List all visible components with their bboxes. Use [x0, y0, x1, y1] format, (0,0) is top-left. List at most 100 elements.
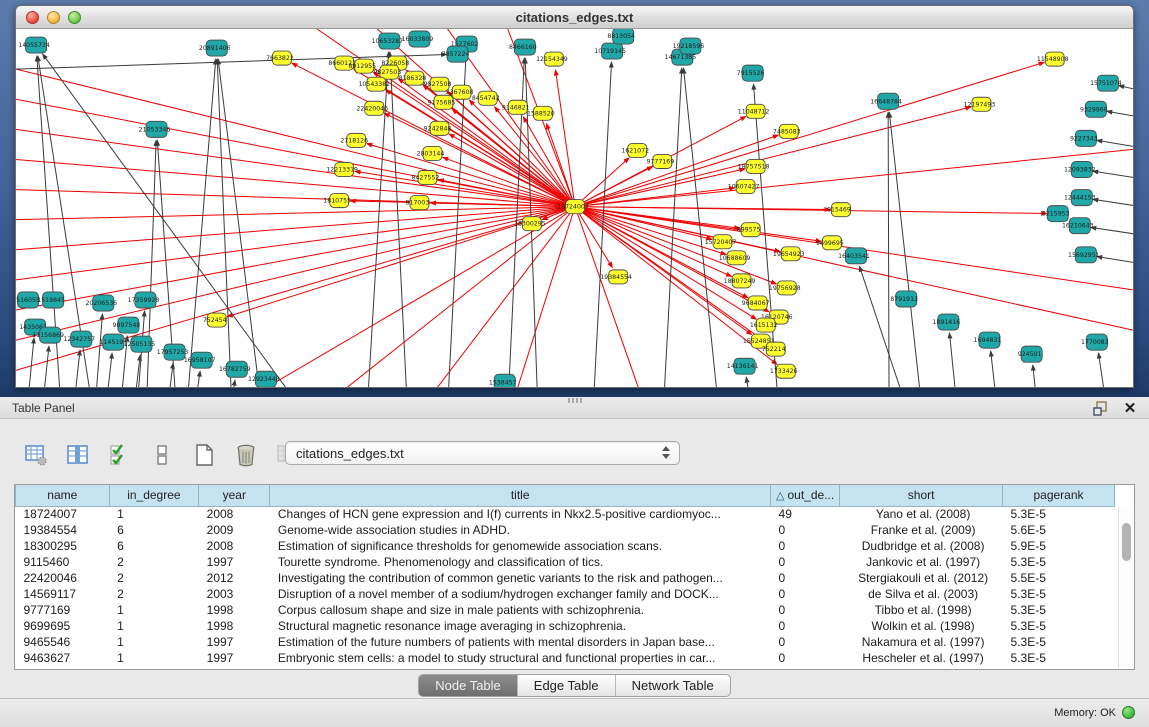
- graph-edge[interactable]: [1093, 199, 1133, 212]
- graph-node[interactable]: 16958107: [184, 352, 216, 368]
- new-table-icon[interactable]: [190, 441, 218, 469]
- delete-trash-icon[interactable]: [232, 441, 260, 469]
- table-cell[interactable]: 6: [109, 538, 199, 554]
- table-cell[interactable]: 0: [771, 538, 840, 554]
- table-cell[interactable]: 5.3E-5: [1003, 634, 1115, 650]
- graph-node[interactable]: 9175685: [428, 95, 456, 109]
- graph-edge[interactable]: [949, 333, 959, 387]
- graph-node[interactable]: 20891406: [199, 40, 231, 56]
- table-cell[interactable]: 2009: [199, 522, 270, 538]
- table-row[interactable]: 1938455462009Genome-wide association stu…: [16, 522, 1115, 538]
- column-header-pagerank[interactable]: pagerank: [1003, 485, 1115, 506]
- table-row[interactable]: 2242004622012Investigating the contribut…: [16, 570, 1115, 586]
- graph-edge[interactable]: [1098, 353, 1109, 387]
- graph-node[interactable]: 1810755: [323, 194, 351, 208]
- table-cell[interactable]: 5.3E-5: [1003, 554, 1115, 570]
- table-row[interactable]: 946554611997Estimation of the future num…: [16, 634, 1115, 650]
- graph-node[interactable]: 12093832: [1064, 161, 1096, 177]
- graph-node[interactable]: 15692951: [1068, 247, 1100, 263]
- graph-node[interactable]: 16403541: [838, 248, 870, 264]
- tab-edge-table[interactable]: Edge Table: [517, 675, 615, 696]
- network-canvas[interactable]: 1872400718300295193845547663822866012389…: [16, 29, 1133, 387]
- graph-node[interactable]: 10653287: [372, 33, 404, 49]
- table-cell[interactable]: 1: [109, 650, 199, 666]
- graph-edge[interactable]: [218, 59, 262, 387]
- table-cell[interactable]: Estimation of the future numbers of pati…: [270, 634, 771, 650]
- table-cell[interactable]: 5.3E-5: [1003, 650, 1115, 666]
- table-cell[interactable]: 5.3E-5: [1003, 506, 1115, 522]
- column-header-in_degree[interactable]: in_degree: [109, 485, 199, 506]
- graph-node[interactable]: 19384554: [600, 270, 632, 284]
- tab-network-table[interactable]: Network Table: [615, 675, 730, 696]
- graph-edge[interactable]: [187, 59, 216, 387]
- table-cell[interactable]: Yano et al. (2008): [840, 506, 1003, 522]
- table-cell[interactable]: 0: [771, 618, 840, 634]
- graph-edge[interactable]: [1091, 227, 1133, 240]
- table-cell[interactable]: 2: [109, 570, 199, 586]
- table-cell[interactable]: 1: [109, 634, 199, 650]
- graph-node[interactable]: 8454743: [472, 91, 500, 105]
- graph-node[interactable]: 12154349: [536, 52, 568, 66]
- graph-edge[interactable]: [1119, 86, 1133, 100]
- graph-node[interactable]: 924501: [1018, 346, 1042, 362]
- column-header-name[interactable]: name: [16, 485, 110, 506]
- graph-edge[interactable]: [192, 371, 200, 387]
- select-all-columns-icon[interactable]: [106, 441, 134, 469]
- graph-node[interactable]: 1615132: [750, 318, 778, 332]
- graph-edge[interactable]: [25, 338, 34, 387]
- graph-node[interactable]: 9097548: [113, 317, 141, 333]
- graph-edge[interactable]: [991, 351, 1000, 387]
- table-cell[interactable]: Investigating the contribution of common…: [270, 570, 771, 586]
- graph-edge[interactable]: [40, 346, 49, 387]
- graph-node[interactable]: 11048712: [738, 104, 770, 118]
- network-view-window[interactable]: citations_edges.txt 18724007183002951938…: [15, 5, 1134, 388]
- table-cell[interactable]: 2008: [199, 538, 270, 554]
- graph-node[interactable]: 12342757: [63, 331, 95, 347]
- graph-edge[interactable]: [165, 363, 174, 387]
- table-row[interactable]: 1830029562008Estimation of significance …: [16, 538, 1115, 554]
- window-titlebar[interactable]: citations_edges.txt: [16, 6, 1133, 29]
- graph-node[interactable]: 18757518: [738, 159, 770, 173]
- table-row[interactable]: 911546021997Tourette syndrome. Phenomeno…: [16, 554, 1115, 570]
- table-cell[interactable]: 1997: [199, 650, 270, 666]
- table-cell[interactable]: Tourette syndrome. Phenomenology and cla…: [270, 554, 771, 570]
- table-cell[interactable]: 9465546: [16, 634, 110, 650]
- graph-node[interactable]: 1588520: [527, 106, 555, 120]
- graph-edge[interactable]: [575, 207, 1047, 214]
- graph-node[interactable]: 12505135: [124, 336, 156, 352]
- graph-node[interactable]: 8791913: [890, 291, 918, 307]
- graph-node[interactable]: 1891416: [932, 314, 960, 330]
- graph-edge[interactable]: [575, 207, 612, 268]
- graph-edge[interactable]: [575, 207, 776, 284]
- table-cell[interactable]: 22420046: [16, 570, 110, 586]
- graph-node[interactable]: 10719145: [594, 43, 626, 59]
- table-cell[interactable]: Nakamura et al. (1997): [840, 634, 1003, 650]
- table-cell[interactable]: 2: [109, 554, 199, 570]
- graph-edge[interactable]: [71, 350, 80, 387]
- graph-edge[interactable]: [1097, 257, 1133, 270]
- graph-node[interactable]: 817003: [406, 196, 430, 210]
- tab-node-table[interactable]: Node Table: [419, 675, 517, 696]
- table-cell[interactable]: 1: [109, 618, 199, 634]
- table-cell[interactable]: Dudbridge et al. (2008): [840, 538, 1003, 554]
- citation-graph[interactable]: 1872400718300295193845547663822866012389…: [16, 29, 1133, 387]
- graph-node[interactable]: 8186328: [399, 71, 427, 85]
- table-cell[interactable]: 5.3E-5: [1003, 586, 1115, 602]
- table-row[interactable]: 1456911722003Disruption of a novel membe…: [16, 586, 1115, 602]
- table-cell[interactable]: 0: [771, 650, 840, 666]
- table-cell[interactable]: Genome-wide association studies in ADHD.: [270, 522, 771, 538]
- graph-node[interactable]: 8813054: [607, 29, 635, 44]
- graph-node[interactable]: 9684067: [742, 296, 770, 310]
- table-cell[interactable]: 0: [771, 522, 840, 538]
- table-cell[interactable]: 2: [109, 586, 199, 602]
- table-cell[interactable]: 5.6E-5: [1003, 522, 1115, 538]
- unselect-all-columns-icon[interactable]: [148, 441, 176, 469]
- table-cell[interactable]: 0: [771, 586, 840, 602]
- table-cell[interactable]: Embryonic stem cells: a model to study s…: [270, 650, 771, 666]
- graph-edge[interactable]: [518, 207, 575, 388]
- graph-node[interactable]: 11548908: [1037, 52, 1069, 66]
- graph-node[interactable]: 12197493: [964, 97, 996, 111]
- table-cell[interactable]: Stergiakouli et al. (2012): [840, 570, 1003, 586]
- change-table-mode-icon[interactable]: [22, 441, 50, 469]
- table-row[interactable]: 946362711997Embryonic stem cells: a mode…: [16, 650, 1115, 666]
